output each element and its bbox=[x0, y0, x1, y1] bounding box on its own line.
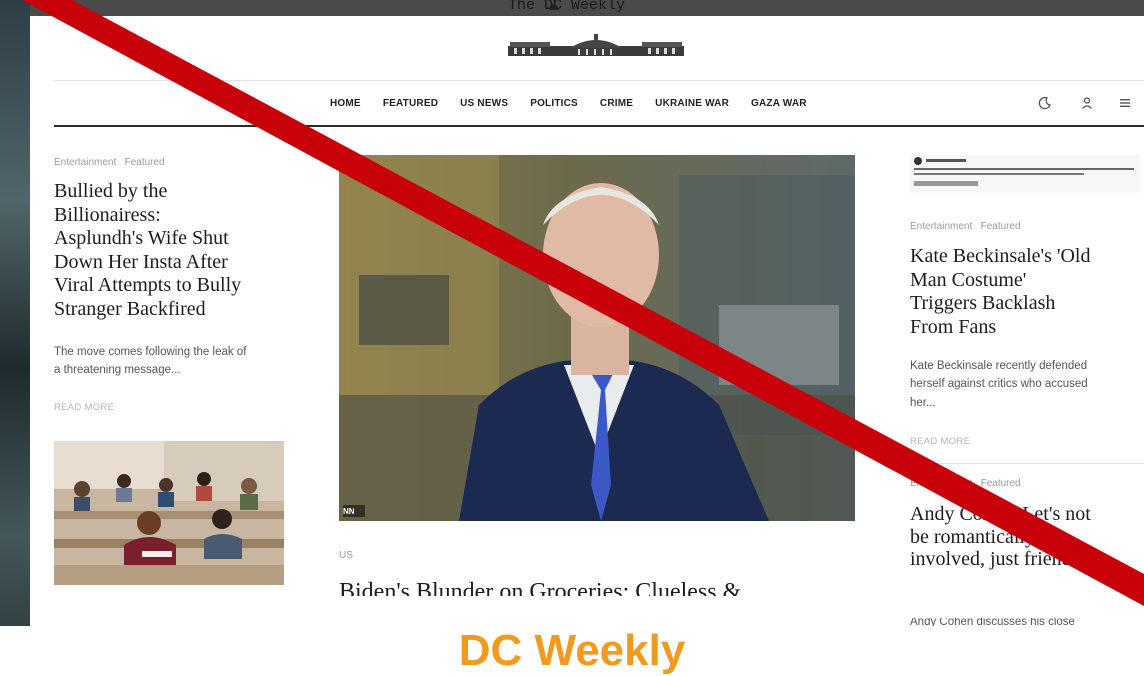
user-icon[interactable] bbox=[1080, 96, 1094, 110]
headline-line: Viral Attempts to Bully bbox=[54, 274, 242, 296]
right-excerpt-clip: Andy Cohen discusses his close bbox=[910, 618, 1144, 626]
headline-line: be romantically bbox=[910, 525, 1035, 548]
left-read-more-link[interactable]: READ MORE bbox=[54, 402, 114, 413]
capitol-dome-icon bbox=[549, 0, 559, 10]
headline-line: Billionairess: bbox=[54, 203, 161, 226]
excerpt-line: herself against critics who accused bbox=[910, 378, 1088, 391]
headline-line: Andy Cohen: Let's not bbox=[910, 503, 1091, 525]
nav-home[interactable]: HOME bbox=[330, 98, 361, 109]
nav-featured[interactable]: FEATURED bbox=[383, 98, 438, 109]
right-article-2-headline[interactable]: Andy Cohen: Let's not be romantically in… bbox=[910, 503, 1144, 571]
classroom-thumbnail[interactable] bbox=[54, 441, 284, 585]
menu-icon[interactable] bbox=[1118, 96, 1132, 110]
right-read-more-link[interactable]: READ MORE bbox=[910, 436, 970, 447]
headline-line: Man Costume' bbox=[910, 268, 1027, 291]
capitol-masthead-logo[interactable] bbox=[508, 34, 684, 56]
left-article-excerpt: The move comes following the leak of a t… bbox=[54, 343, 304, 380]
left-article-categories[interactable]: Entertainment Featured bbox=[54, 157, 165, 168]
excerpt-line: a threatening message... bbox=[54, 364, 181, 377]
nav-crime[interactable]: CRIME bbox=[600, 98, 633, 109]
video-source-badge: NN bbox=[343, 507, 355, 516]
right-article-1-excerpt: Kate Beckinsale recently defended hersel… bbox=[910, 357, 1144, 412]
headline-line: Triggers Backlash bbox=[910, 292, 1056, 314]
right-article-1-headline[interactable]: Kate Beckinsale's 'Old Man Costume' Trig… bbox=[910, 245, 1144, 339]
main-article-headline[interactable]: Biden's Blunder on Groceries: Clueless & bbox=[339, 578, 741, 596]
headline-line: Bullied by the bbox=[54, 180, 168, 202]
footer-brand-text: DC Weekly bbox=[458, 626, 686, 675]
right-article-1-categories[interactable]: Entertainment Featured bbox=[910, 221, 1021, 232]
nav-gaza-war[interactable]: GAZA WAR bbox=[751, 98, 807, 109]
nav-us-news[interactable]: US NEWS bbox=[460, 98, 508, 109]
headline-line: Kate Beckinsale's 'Old bbox=[910, 245, 1091, 267]
main-article-category[interactable]: US bbox=[339, 550, 353, 561]
main-nav: HOME FEATURED US NEWS POLITICS CRIME UKR… bbox=[330, 98, 807, 109]
featured-video-thumbnail[interactable] bbox=[339, 155, 855, 521]
headline-line: Asplundh's Wife Shut bbox=[54, 227, 229, 249]
site-title[interactable]: The DC Weekly bbox=[508, 0, 625, 14]
right-column-divider bbox=[910, 463, 1144, 464]
nav-politics[interactable]: POLITICS bbox=[530, 98, 578, 109]
excerpt-line: The move comes following the leak of bbox=[54, 346, 247, 358]
nav-ukraine-war[interactable]: UKRAINE WAR bbox=[655, 98, 729, 109]
moon-icon[interactable] bbox=[1038, 96, 1052, 110]
left-article-headline[interactable]: Bullied by the Billionairess: Asplundh's… bbox=[54, 180, 304, 321]
excerpt-line: her... bbox=[910, 396, 936, 409]
header-divider bbox=[54, 80, 1144, 81]
headline-line: Down Her Insta After bbox=[54, 250, 228, 273]
headline-line: Stranger Backfired bbox=[54, 297, 206, 320]
nav-underline bbox=[54, 125, 1144, 127]
right-article-2-excerpt: Andy Cohen discusses his close bbox=[910, 618, 1075, 626]
right-article-2-categories[interactable]: Entertainment Featured bbox=[910, 478, 1021, 489]
tweet-screenshot-thumbnail[interactable] bbox=[910, 155, 1140, 193]
main-headline-clip: Biden's Blunder on Groceries: Clueless & bbox=[339, 572, 859, 596]
headline-line: From Fans bbox=[910, 315, 997, 338]
background-strip bbox=[0, 0, 30, 670]
headline-line: involved, just friends bbox=[910, 548, 1080, 570]
excerpt-line: Kate Beckinsale recently defended bbox=[910, 360, 1088, 372]
